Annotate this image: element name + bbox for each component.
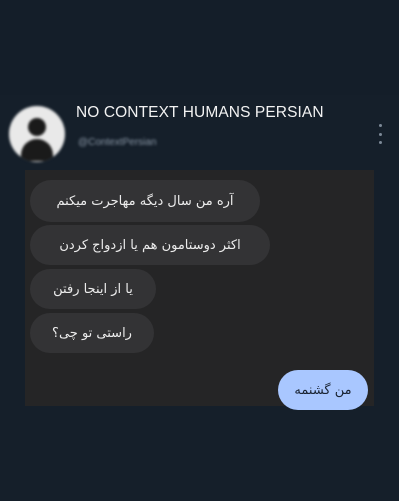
received-message-bubble: آره من سال دیگه مهاجرت میکنم: [30, 180, 260, 222]
sent-message-bubble: من گشنمه: [278, 370, 368, 410]
received-message-bubble: یا از اینجا رفتن: [30, 269, 156, 309]
screenshot-page: NO CONTEXT HUMANS PERSIAN @ContextPersia…: [0, 0, 399, 501]
account-handle[interactable]: @ContextPersian: [78, 137, 157, 148]
top-blurred-band: [0, 0, 399, 95]
more-vertical-icon[interactable]: [376, 124, 384, 144]
avatar-person-icon-head: [28, 118, 46, 136]
more-dot: [378, 132, 382, 136]
received-message-bubble: اکثر دوستامون هم یا ازدواج کردن: [30, 225, 270, 265]
more-dot: [378, 124, 382, 127]
more-dot: [378, 141, 382, 144]
avatar[interactable]: [9, 106, 65, 162]
avatar-person-icon-body: [21, 139, 53, 161]
account-name[interactable]: NO CONTEXT HUMANS PERSIAN: [76, 104, 324, 122]
received-message-bubble: راستی تو چی؟: [30, 313, 154, 353]
